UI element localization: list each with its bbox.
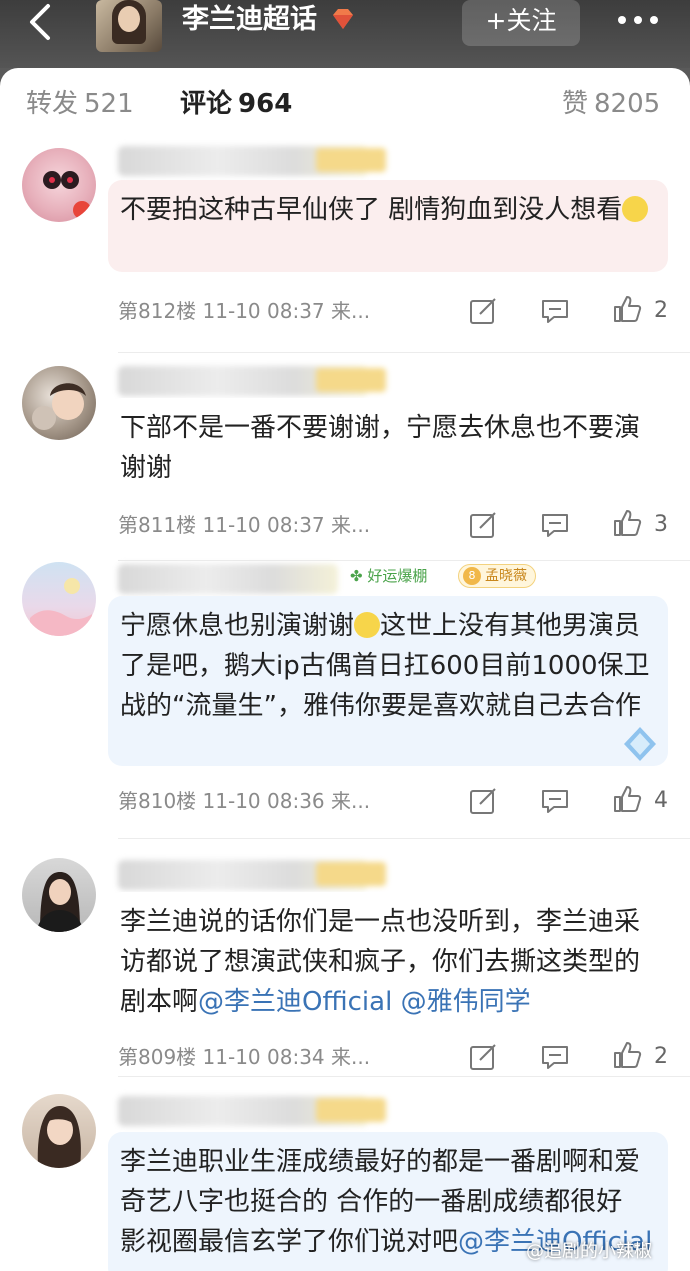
topic-avatar[interactable] — [96, 0, 162, 52]
like-count: 3 — [654, 512, 668, 537]
comment-bubble: 宁愿休息也别演谢谢 这世上没有其他男演员了是吧，鹅大ip古偶首日扛600目前100… — [108, 596, 668, 766]
follow-button[interactable]: +关注 — [462, 0, 580, 46]
divider — [118, 838, 690, 839]
share-icon[interactable] — [468, 1042, 498, 1072]
divider — [118, 352, 690, 353]
comment-icon[interactable] — [540, 510, 570, 540]
tab-like[interactable]: 赞 8205 — [562, 84, 660, 124]
comment-bubble: 下部不是一番不要谢谢，宁愿去休息也不要演谢谢 — [108, 398, 668, 492]
comment-text: 不要拍这种古早仙侠了 剧情狗血到没人想看 — [120, 190, 656, 230]
comments-card: 转发 521 评论 964 赞 8205 不要拍这种古早仙侠了 剧情狗血到没人想看 第… — [0, 68, 690, 1271]
comment-icon[interactable] — [540, 1042, 570, 1072]
thumbs-up-icon[interactable] — [612, 294, 642, 324]
tab-bar: 转发 521 评论 964 赞 8205 — [0, 68, 690, 146]
username-blurred[interactable] — [118, 1096, 386, 1126]
avatar[interactable] — [22, 366, 96, 440]
like-count: 2 — [654, 298, 668, 323]
avatar[interactable] — [22, 858, 96, 932]
back-icon[interactable] — [22, 2, 62, 42]
top-bar: 李兰迪超话 +关注 — [0, 0, 690, 68]
share-icon[interactable] — [468, 510, 498, 540]
clover-icon: ✤ — [350, 567, 363, 585]
comment-text: 宁愿休息也别演谢谢 这世上没有其他男演员了是吧，鹅大ip古偶首日扛600目前100… — [120, 611, 650, 721]
username-blurred[interactable] — [118, 146, 386, 176]
badge-luck: ✤ 好运爆棚 — [350, 567, 428, 585]
share-icon[interactable] — [468, 786, 498, 816]
avatar[interactable] — [22, 1094, 96, 1168]
comment-icon[interactable] — [540, 786, 570, 816]
comment-bubble: 李兰迪说的话你们是一点也没听到，李兰迪采访都说了想演武侠和疯子，你们去撕这类型的… — [108, 892, 668, 1028]
avatar[interactable] — [22, 562, 96, 636]
comment-item: 不要拍这种古早仙侠了 剧情狗血到没人想看 第812楼 11-10 08:37 来… — [0, 144, 690, 354]
watermark: @追剧的小辣椒 — [526, 1241, 652, 1262]
gem-icon — [333, 9, 353, 29]
comment-item: ✤ 好运爆棚 8 孟晓薇 宁愿休息也别演谢谢 这世上没有其他男演员了是吧，鹅大ip古… — [0, 560, 690, 840]
diamond-decoration-icon — [624, 727, 656, 761]
avatar[interactable] — [22, 148, 96, 222]
comment-text: 李兰迪说的话你们是一点也没听到，李兰迪采访都说了想演武侠和疯子，你们去撕这类型的… — [120, 907, 641, 1017]
username-blurred[interactable] — [118, 860, 386, 890]
mention-link[interactable]: @雅伟同学 — [401, 987, 531, 1017]
share-icon[interactable] — [468, 296, 498, 326]
topic-title[interactable]: 李兰迪超话 — [182, 2, 317, 38]
comment-meta: 第810楼 11-10 08:36 来... — [118, 789, 371, 813]
comment-bubble: 不要拍这种古早仙侠了 剧情狗血到没人想看 — [108, 180, 668, 272]
thumbs-up-icon[interactable] — [612, 508, 642, 538]
divider — [118, 1076, 690, 1077]
smile-emoji-icon — [622, 196, 649, 222]
comment-meta: 第809楼 11-10 08:34 来... — [118, 1045, 371, 1069]
comment-text: 下部不是一番不要谢谢，宁愿去休息也不要演谢谢 — [120, 413, 641, 483]
comment-icon[interactable] — [540, 296, 570, 326]
more-icon[interactable] — [616, 10, 660, 30]
username-blurred[interactable] — [118, 366, 386, 396]
username-blurred[interactable] — [118, 564, 338, 594]
mention-link[interactable]: @李兰迪Official — [198, 987, 392, 1017]
comment-item: 下部不是一番不要谢谢，宁愿去休息也不要演谢谢 第811楼 11-10 08:37… — [0, 364, 690, 564]
thumbs-up-icon[interactable] — [612, 784, 642, 814]
tab-comment[interactable]: 评论 964 — [180, 84, 292, 124]
comment-meta: 第811楼 11-10 08:37 来... — [118, 513, 371, 537]
fan-badge[interactable]: 8 孟晓薇 — [458, 564, 536, 588]
comment-meta: 第812楼 11-10 08:37 来... — [118, 299, 371, 323]
thinking-emoji-icon — [354, 612, 381, 638]
like-count: 4 — [654, 788, 668, 813]
comment-item: 李兰迪说的话你们是一点也没听到，李兰迪采访都说了想演武侠和疯子，你们去撕这类型的… — [0, 856, 690, 1077]
thumbs-up-icon[interactable] — [612, 1040, 642, 1070]
tab-repost[interactable]: 转发 521 — [26, 84, 134, 124]
like-count: 2 — [654, 1044, 668, 1069]
